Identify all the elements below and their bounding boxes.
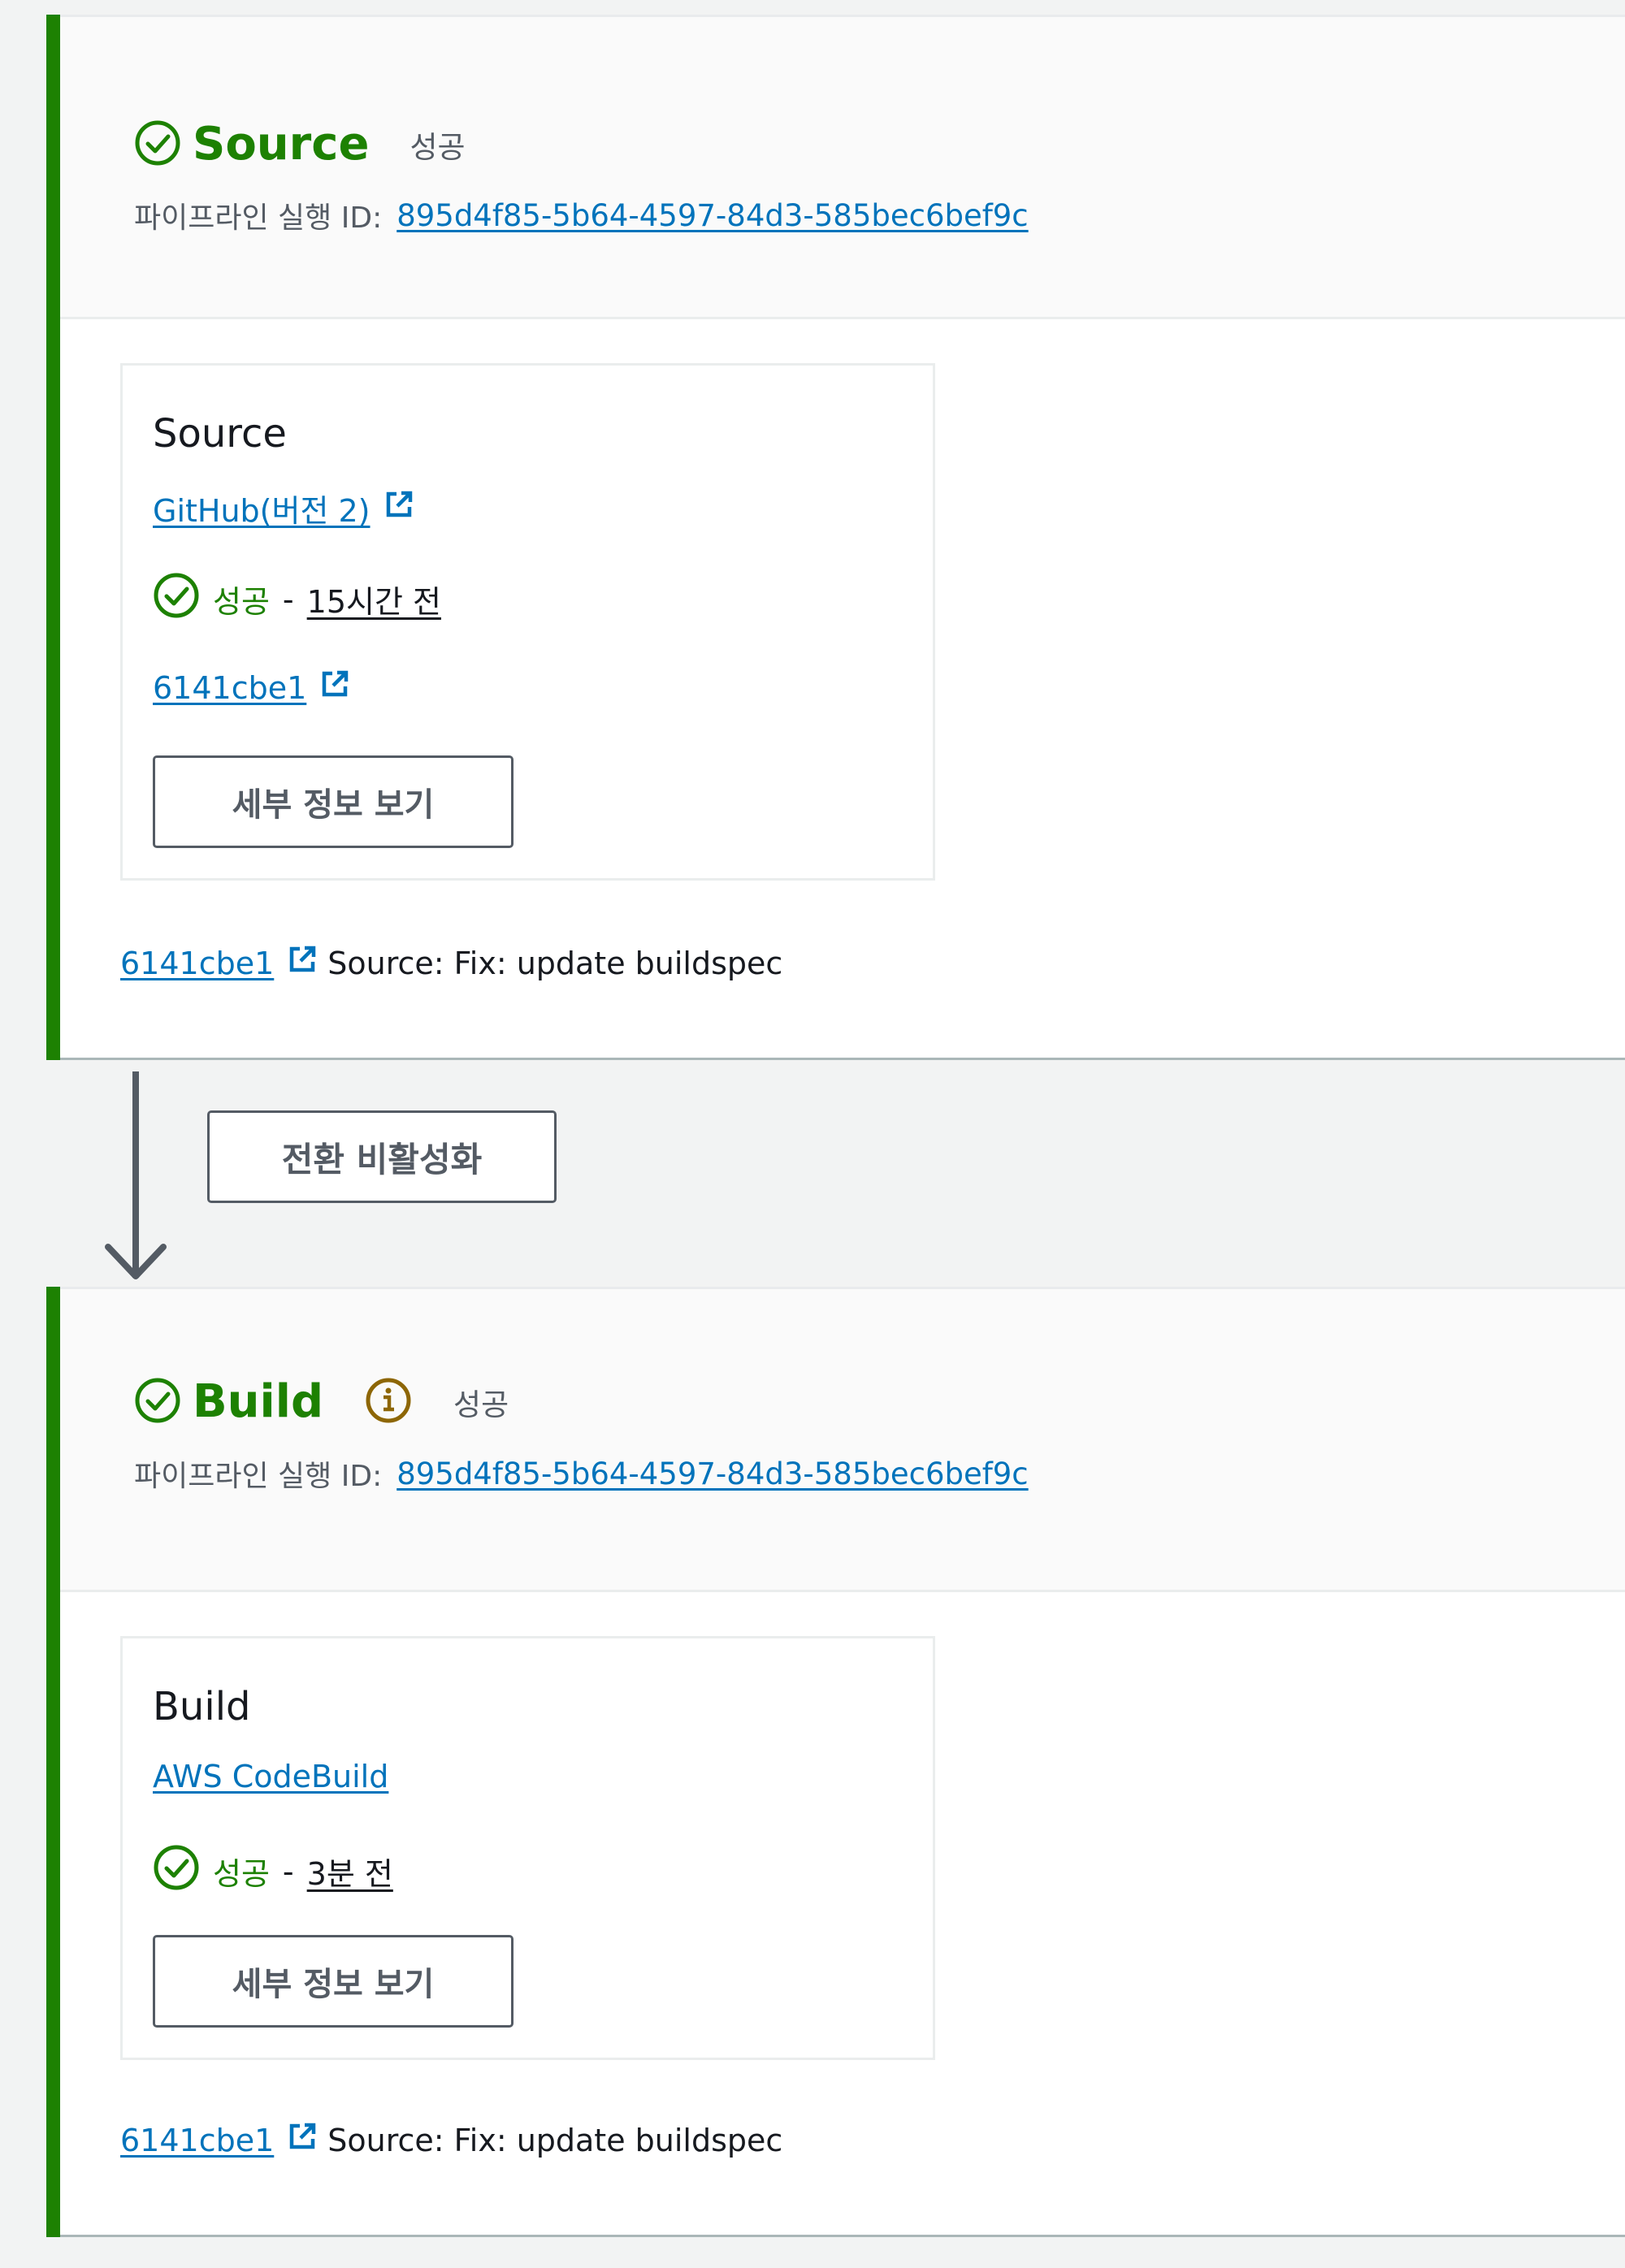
stage-status: 성공	[453, 1387, 509, 1422]
action-time[interactable]: 15시간 전	[307, 577, 441, 621]
view-details-button[interactable]: 세부 정보 보기	[153, 1935, 514, 2028]
provider-link[interactable]: AWS CodeBuild	[153, 1759, 388, 1794]
external-link-icon[interactable]	[319, 669, 350, 707]
view-details-button[interactable]: 세부 정보 보기	[153, 755, 514, 848]
commit-link[interactable]: 6141cbe1	[153, 670, 306, 706]
action-card-build: Build AWS CodeBuild 성공 - 3분 전 세부 정보 보기	[120, 1636, 935, 2060]
action-status: 성공	[213, 584, 270, 620]
stage-status: 성공	[410, 129, 466, 165]
check-circle-icon	[153, 1844, 200, 1898]
action-status: 성공	[213, 1856, 270, 1892]
provider-link[interactable]: GitHub(버전 2)	[153, 486, 370, 530]
stage-footer: 6141cbe1 Source: Fix: update buildspec	[120, 944, 782, 982]
action-time[interactable]: 3분 전	[307, 1849, 393, 1894]
footer-commit-link[interactable]: 6141cbe1	[120, 2123, 274, 2158]
external-link-icon[interactable]	[287, 2121, 318, 2159]
check-circle-icon	[153, 572, 200, 626]
action-status-row: 성공 - 15시간 전	[153, 572, 441, 626]
stage-status-bar	[46, 15, 60, 1060]
provider-row: GitHub(버전 2)	[153, 486, 414, 530]
stage-footer: 6141cbe1 Source: Fix: update buildspec	[120, 2121, 782, 2159]
external-link-icon[interactable]	[384, 489, 414, 527]
stage-title-row: Source 성공	[134, 118, 466, 171]
stage-header: Source 성공 파이프라인 실행 ID: 895d4f85-5b64-459…	[60, 17, 1625, 319]
action-name: Build	[153, 1684, 251, 1729]
execution-id-label: 파이프라인 실행 ID:	[134, 201, 383, 235]
execution-id-link[interactable]: 895d4f85-5b64-4597-84d3-585bec6bef9c	[396, 198, 1028, 233]
footer-commit-link[interactable]: 6141cbe1	[120, 946, 274, 981]
status-separator: -	[282, 581, 294, 617]
check-circle-icon	[134, 1377, 181, 1427]
execution-id-link[interactable]: 895d4f85-5b64-4597-84d3-585bec6bef9c	[396, 1456, 1028, 1491]
provider-row: AWS CodeBuild	[153, 1759, 388, 1794]
commit-row: 6141cbe1	[153, 669, 350, 707]
arrow-down-icon	[102, 1071, 167, 1288]
stage-build: Build 성공 파이프라인 실행 ID: 895d4f85-5b64-4597…	[46, 1287, 1625, 2237]
check-circle-icon	[134, 119, 181, 170]
stage-source: Source 성공 파이프라인 실행 ID: 895d4f85-5b64-459…	[46, 15, 1625, 1060]
action-card-source: Source GitHub(버전 2) 성공 - 15시간 전 6141cbe1	[120, 363, 935, 881]
action-status-row: 성공 - 3분 전	[153, 1844, 393, 1898]
action-name: Source	[153, 411, 287, 457]
external-link-icon[interactable]	[287, 944, 318, 982]
footer-commit-message: Source: Fix: update buildspec	[327, 2122, 783, 2158]
stage-title: Build	[193, 1375, 324, 1428]
footer-commit-message: Source: Fix: update buildspec	[327, 945, 783, 981]
execution-id-label: 파이프라인 실행 ID:	[134, 1460, 383, 1493]
execution-id-row: 파이프라인 실행 ID: 895d4f85-5b64-4597-84d3-585…	[134, 1452, 1029, 1495]
stage-status-bar	[46, 1287, 60, 2237]
pipeline-view: Source 성공 파이프라인 실행 ID: 895d4f85-5b64-459…	[0, 0, 1625, 2268]
execution-id-row: 파이프라인 실행 ID: 895d4f85-5b64-4597-84d3-585…	[134, 194, 1029, 236]
stage-title: Source	[193, 118, 370, 171]
disable-transition-button[interactable]: 전환 비활성화	[207, 1110, 557, 1203]
info-circle-icon[interactable]	[364, 1376, 413, 1428]
stage-header: Build 성공 파이프라인 실행 ID: 895d4f85-5b64-4597…	[60, 1289, 1625, 1592]
stage-title-row: Build 성공	[134, 1375, 509, 1428]
status-separator: -	[282, 1853, 294, 1889]
